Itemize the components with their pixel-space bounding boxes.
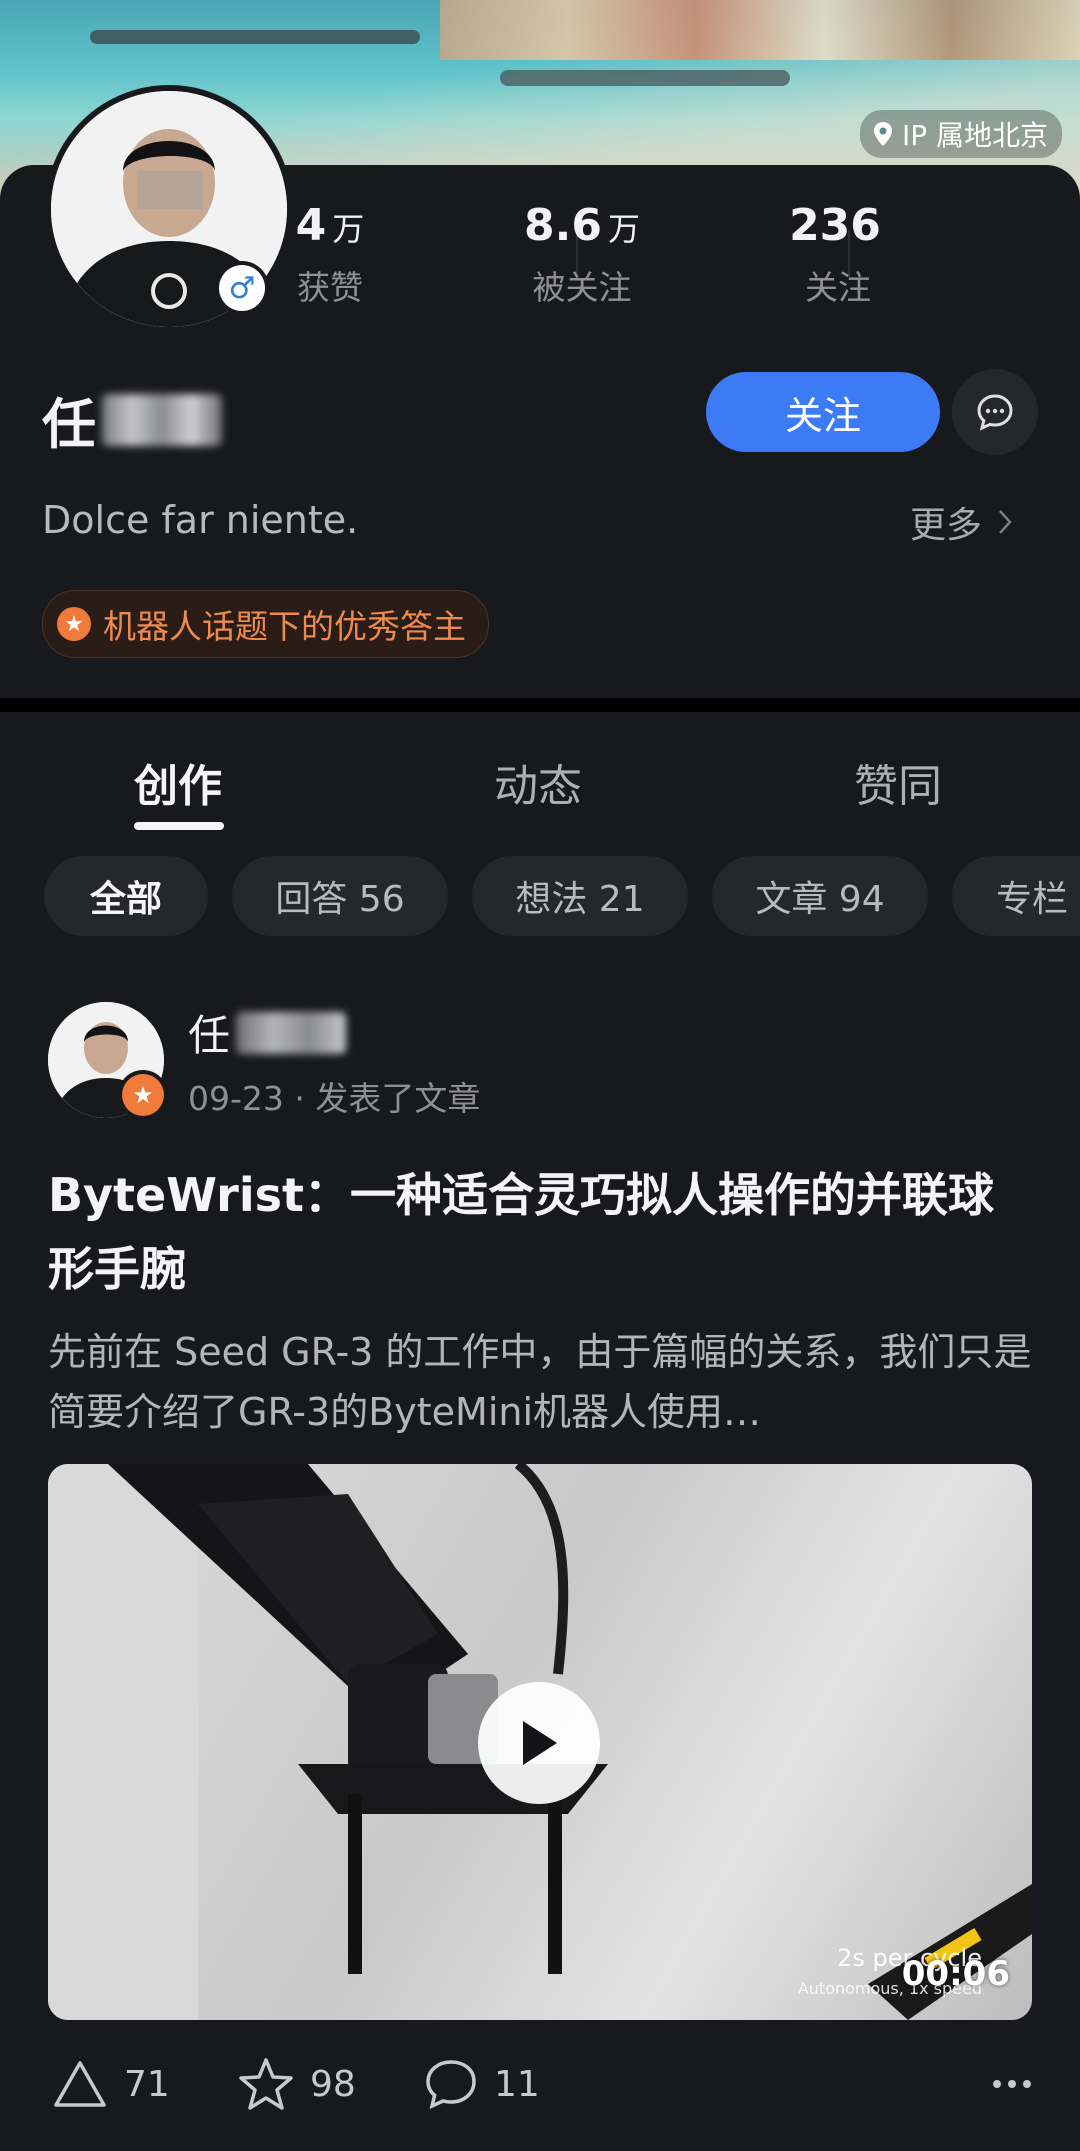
video-duration: 00:06 xyxy=(901,1954,1010,1994)
stat-following[interactable]: 236 关注 xyxy=(728,200,948,309)
more-label: 更多 xyxy=(910,505,983,546)
post-author-name-text: 任 xyxy=(188,1011,231,1060)
play-icon xyxy=(523,1721,557,1765)
profile-name-text: 任 xyxy=(42,393,96,456)
message-button[interactable] xyxy=(952,369,1038,455)
chat-bubble-icon xyxy=(977,394,1013,431)
play-button[interactable] xyxy=(478,1682,600,1804)
filter-thoughts[interactable]: 想法 21 xyxy=(472,856,688,936)
name-blur-mask xyxy=(102,393,222,446)
chevron-right-icon xyxy=(999,510,1012,534)
post-author-name[interactable]: 任 xyxy=(188,1002,347,1063)
tab-bar: 创作 动态 赞同 xyxy=(0,712,1080,832)
post-title[interactable]: ByteWrist：一种适合灵巧拟人操作的并联球形手腕 xyxy=(48,1158,1038,1306)
post-meta: 09-23 · 发表了文章 xyxy=(188,1079,481,1118)
stat-followers-label: 被关注 xyxy=(532,268,632,307)
filter-answers[interactable]: 回答 56 xyxy=(232,856,448,936)
post-more-button[interactable] xyxy=(992,2044,1032,2124)
tab-creation[interactable]: 创作 xyxy=(134,750,222,814)
filter-columns[interactable]: 专栏 xyxy=(952,856,1080,936)
badge-text: 机器人话题下的优秀答主 xyxy=(103,607,466,646)
profile-card: ♂ 4万 获赞 8.6 万 被关注 236 关注 任 关注 Dolce far n… xyxy=(0,85,1080,698)
ip-location-text: IP 属地北京 xyxy=(901,119,1048,152)
post-author-star-icon: ★ xyxy=(122,1074,164,1116)
stat-following-label: 关注 xyxy=(805,268,871,307)
comment-count: 11 xyxy=(494,2063,540,2105)
stat-likes[interactable]: 4万 获赞 xyxy=(220,200,440,309)
tab-active-indicator xyxy=(134,822,224,830)
cover-breakwater xyxy=(500,70,790,86)
star-icon xyxy=(239,2058,293,2110)
stat-likes-label: 获赞 xyxy=(297,268,363,307)
ip-location-tag: IP 属地北京 xyxy=(859,110,1062,158)
profile-bio: Dolce far niente. xyxy=(42,498,359,542)
excellent-answerer-badge[interactable]: ★ 机器人话题下的优秀答主 xyxy=(42,590,489,658)
cover-town xyxy=(440,0,1080,60)
profile-name: 任 xyxy=(42,380,222,459)
profile-stats: 4万 获赞 8.6 万 被关注 236 关注 xyxy=(296,200,1080,320)
stat-likes-value: 4万 xyxy=(295,200,365,251)
content-area: 创作 动态 赞同 全部 回答 56 想法 21 文章 94 专栏 ★ 任 09-… xyxy=(0,712,1080,2151)
more-button[interactable]: 更多 xyxy=(910,496,1012,548)
filter-articles[interactable]: 文章 94 xyxy=(712,856,928,936)
tab-activity[interactable]: 动态 xyxy=(494,750,582,814)
stat-followers-value: 8.6 万 xyxy=(524,200,640,251)
name-blur-mask xyxy=(236,1011,347,1054)
comment-bubble-icon xyxy=(426,2060,476,2110)
stat-following-value: 236 xyxy=(789,200,881,251)
upvote-triangle-icon xyxy=(54,2061,106,2107)
location-pin-icon xyxy=(873,122,892,146)
cover-pier xyxy=(90,30,420,44)
comment-button[interactable]: 11 xyxy=(424,2044,540,2124)
more-dots-icon xyxy=(993,2080,1031,2088)
follow-button[interactable]: 关注 xyxy=(706,372,940,452)
favorite-button[interactable]: 98 xyxy=(238,2044,356,2124)
tab-upvoted[interactable]: 赞同 xyxy=(854,750,942,814)
upvote-count: 71 xyxy=(124,2063,170,2105)
upvote-button[interactable]: 71 xyxy=(52,2044,170,2124)
post-action-bar: 71 98 11 xyxy=(0,2044,1080,2124)
post-excerpt[interactable]: 先前在 Seed GR-3 的工作中，由于篇幅的关系，我们只是简要介绍了GR-3… xyxy=(48,1322,1038,1442)
filter-chips: 全部 回答 56 想法 21 文章 94 专栏 xyxy=(0,856,1080,936)
star-badge-icon: ★ xyxy=(57,607,91,641)
filter-all[interactable]: 全部 xyxy=(44,856,208,936)
stat-followers[interactable]: 8.6 万 被关注 xyxy=(472,200,692,309)
post-video[interactable]: 2s per cycle Autonomous, 1x speed 00:06 xyxy=(48,1464,1032,2020)
favorite-count: 98 xyxy=(310,2063,356,2105)
